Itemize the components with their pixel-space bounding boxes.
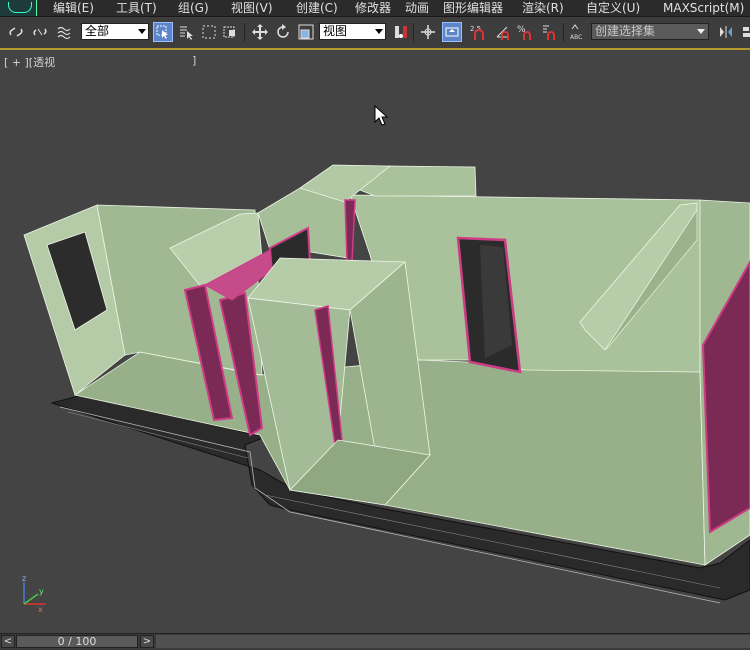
menu-modifiers[interactable]: 修改器 [355,0,391,16]
pivot-center-icon[interactable] [391,22,411,42]
select-by-name-icon[interactable] [176,22,196,42]
menu-maxscript[interactable]: MAXScript(M) [663,0,744,16]
selection-filter-value: 全部 [85,24,110,38]
spinner-snap-toggle-icon[interactable] [540,22,560,42]
axis-y-label: y [39,587,44,596]
menu-view[interactable]: 视图(V) [231,0,273,16]
reference-coord-dropdown[interactable]: 视图 [319,23,386,40]
rectangular-selection-region-icon[interactable] [199,22,219,42]
menu-graph-editors[interactable]: 图形编辑器 [443,0,503,16]
snaps-toggle-icon[interactable]: 2.5 [469,22,489,42]
select-and-manipulate-icon[interactable] [418,22,438,42]
chevron-down-icon [375,29,383,34]
menu-group[interactable]: 组(G) [178,0,209,16]
reference-coord-value: 视图 [323,24,348,38]
select-and-rotate-icon[interactable] [273,22,293,42]
keyboard-shortcut-override-icon[interactable] [442,22,462,42]
door-jamb-top [344,199,356,263]
toolbar-separator [413,23,414,42]
time-slider[interactable]: 0 / 100 [16,635,138,648]
menu-customize[interactable]: 自定义(U) [586,0,640,16]
menu-create[interactable]: 创建(C) [296,0,338,16]
align-icon[interactable] [738,22,750,42]
select-object-icon[interactable] [153,22,173,42]
edit-named-selection-icon[interactable]: ABC [568,22,588,42]
unlink-selection-icon[interactable] [30,22,50,42]
menu-animation[interactable]: 动画 [405,0,429,16]
window-crossing-icon[interactable] [220,22,240,42]
scene-canvas[interactable] [0,50,750,633]
next-frame-button[interactable]: > [140,635,154,648]
timeline-track[interactable] [156,635,750,648]
abc-label: ABC [570,34,582,41]
toolbar-separator [244,23,245,42]
time-slider-bar: < 0 / 100 > [0,633,750,650]
percent-snap-toggle-icon[interactable]: % [516,22,536,42]
axis-x-label: x [38,605,43,614]
main-toolbar: 全部 视图 2.5 % ABC 创建选择集 [0,17,750,50]
toolbar-separator [563,23,564,42]
app-logo-icon[interactable] [0,0,37,16]
viewport-label-end: ] [192,54,197,67]
select-and-link-icon[interactable] [6,22,26,42]
selection-filter-dropdown[interactable]: 全部 [81,23,149,40]
menu-tools[interactable]: 工具(T) [116,0,157,16]
prev-frame-button[interactable]: < [1,635,15,648]
viewport-label[interactable]: [ + ][透视 [4,54,55,70]
angle-snap-toggle-icon[interactable] [494,22,514,42]
named-selection-placeholder: 创建选择集 [595,24,656,38]
named-selection-sets-field[interactable]: 创建选择集 [591,23,709,40]
select-and-move-icon[interactable] [250,22,270,42]
select-and-scale-icon[interactable] [296,22,316,42]
axis-z-label: z [22,574,26,583]
menu-bar: 编辑(E) 工具(T) 组(G) 视图(V) 创建(C) 修改器 动画 图形编辑… [0,0,750,17]
axis-tripod-icon: z x y [22,574,46,614]
perspective-viewport[interactable]: [ + ][透视 ] z x y [0,50,750,633]
chevron-down-icon [697,29,705,34]
mouse-cursor-icon [374,105,389,126]
mirror-icon[interactable] [716,22,736,42]
menu-rendering[interactable]: 渲染(R) [522,0,564,16]
chevron-down-icon [138,29,146,34]
menu-edit[interactable]: 编辑(E) [53,0,94,16]
bind-to-space-warp-icon[interactable] [54,22,74,42]
